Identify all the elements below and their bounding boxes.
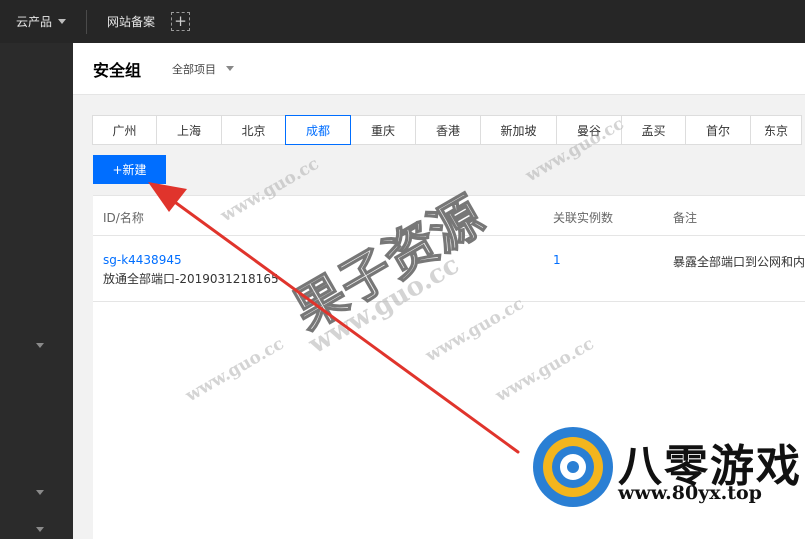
page-header: 安全组 全部项目 <box>73 43 805 95</box>
cloud-products-menu[interactable]: 云产品 <box>0 0 86 43</box>
region-tab[interactable]: 曼谷 <box>556 115 622 145</box>
region-tab[interactable]: 北京 <box>221 115 286 145</box>
region-tab[interactable]: 成都 <box>285 115 351 145</box>
table-row: sg-k4438945 放通全部端口-2019031218165 1 暴露全部端… <box>93 236 805 302</box>
column-header-id-name: ID/名称 <box>103 211 144 225</box>
chevron-down-icon <box>226 66 235 71</box>
project-selector[interactable]: 全部项目 <box>172 61 235 77</box>
add-shortcut-icon[interactable]: + <box>171 12 191 31</box>
column-header-instance-count: 关联实例数 <box>553 211 614 225</box>
column-header-note: 备注 <box>673 211 698 225</box>
region-tab[interactable]: 首尔 <box>685 115 751 145</box>
new-security-group-button[interactable]: +新建 <box>93 155 166 184</box>
page-title: 安全组 <box>93 60 142 80</box>
region-tab[interactable]: 广州 <box>92 115 157 145</box>
sidebar-expand-arrow-icon[interactable] <box>36 343 44 348</box>
project-selector-label: 全部项目 <box>172 62 217 76</box>
table-header: ID/名称 关联实例数 备注 <box>93 196 805 236</box>
region-tabs: 广州 上海 北京 成都 重庆 香港 新加坡 曼谷 孟买 首尔 东京 <box>92 115 802 145</box>
region-tab[interactable]: 孟买 <box>621 115 686 145</box>
chevron-down-icon <box>58 19 67 24</box>
sidebar-expand-arrow-icon[interactable] <box>36 527 44 532</box>
region-tab[interactable]: 上海 <box>156 115 222 145</box>
region-tab[interactable]: 东京 <box>750 115 802 145</box>
region-tab[interactable]: 重庆 <box>350 115 416 145</box>
security-group-name: 放通全部端口-2019031218165 <box>103 272 279 286</box>
region-tab[interactable]: 香港 <box>415 115 481 145</box>
cloud-products-label: 云产品 <box>16 15 53 29</box>
website-record-link[interactable]: 网站备案 <box>87 13 171 30</box>
security-group-note: 暴露全部端口到公网和内 <box>673 255 805 269</box>
instance-count-link[interactable]: 1 <box>553 253 561 267</box>
security-group-id-link[interactable]: sg-k4438945 <box>103 253 182 267</box>
sidebar <box>0 43 73 539</box>
top-navbar: 云产品 网站备案 + <box>0 0 805 43</box>
region-tab[interactable]: 新加坡 <box>480 115 557 145</box>
sidebar-expand-arrow-icon[interactable] <box>36 490 44 495</box>
security-group-table: ID/名称 关联实例数 备注 sg-k4438945 放通全部端口-201903… <box>93 195 805 539</box>
